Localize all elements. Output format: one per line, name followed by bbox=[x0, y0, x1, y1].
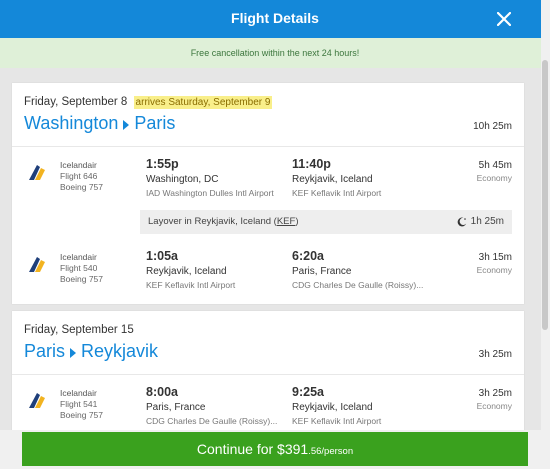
route-origin: Washington bbox=[24, 113, 119, 133]
airline-name: Icelandair bbox=[60, 252, 97, 262]
leg-date-text: Friday, September 15 bbox=[24, 324, 134, 336]
cabin-class: Economy bbox=[476, 401, 512, 411]
leg-total-duration: 3h 25m bbox=[478, 349, 512, 360]
route-arrow-icon bbox=[123, 119, 130, 130]
arrival-time: 6:20a bbox=[292, 249, 324, 263]
arrival-time: 9:25a bbox=[292, 385, 324, 399]
flight-number: Flight 646 bbox=[60, 171, 98, 181]
flight-segment: Icelandair Flight 540 Boeing 757 1:05a R… bbox=[12, 243, 524, 318]
aircraft-type: Boeing 757 bbox=[60, 274, 104, 284]
icelandair-logo-icon bbox=[29, 165, 45, 180]
departure-city: Washington, DC bbox=[146, 174, 219, 185]
icelandair-logo-icon bbox=[29, 257, 45, 272]
continue-button[interactable]: Continue for $391.56/person bbox=[22, 432, 528, 466]
departure-airport: IAD Washington Dulles Intl Airport bbox=[146, 188, 274, 198]
cabin-class: Economy bbox=[476, 173, 512, 183]
cancellation-notice: Free cancellation within the next 24 hou… bbox=[0, 38, 550, 68]
leg-route: Washington Paris bbox=[24, 113, 175, 134]
arrival-info: 6:20a Paris, France CDG Charles De Gaull… bbox=[292, 249, 423, 290]
layover-text: Layover in Reykjavik, Iceland (KEF) bbox=[148, 210, 299, 234]
departure-time: 8:00a bbox=[146, 385, 178, 399]
segment-duration: 3h 25m Economy bbox=[477, 388, 512, 411]
airline-info: Icelandair Flight 540 Boeing 757 bbox=[60, 252, 103, 285]
layover-label: Layover in Reykjavik, Iceland ( bbox=[148, 216, 277, 227]
page-title: Flight Details bbox=[231, 10, 319, 26]
arrival-airport: KEF Keflavik Intl Airport bbox=[292, 416, 382, 426]
departure-time: 1:05a bbox=[146, 249, 178, 263]
leg-date: Friday, September 8 arrives Saturday, Se… bbox=[24, 96, 273, 109]
route-destination: Reykjavik bbox=[81, 341, 159, 361]
flight-details-scroll[interactable]: Friday, September 8 arrives Saturday, Se… bbox=[0, 68, 550, 430]
arrival-info: 11:40p Reykjavik, Iceland KEF Keflavik I… bbox=[292, 157, 381, 198]
scrollbar-thumb[interactable] bbox=[542, 60, 548, 330]
leg-card-return: Friday, September 15 Paris Reykjavik 3h … bbox=[12, 311, 524, 430]
cabin-class: Economy bbox=[476, 265, 512, 275]
flight-number: Flight 541 bbox=[60, 399, 98, 409]
leg-route: Paris Reykjavik bbox=[24, 341, 158, 362]
layover-paren: ) bbox=[295, 216, 299, 227]
arrival-time: 11:40p bbox=[292, 157, 331, 171]
arrival-airport: CDG Charles De Gaulle (Roissy)... bbox=[292, 280, 424, 290]
departure-airport: CDG Charles De Gaulle (Roissy)... bbox=[146, 416, 278, 426]
departure-city: Paris, France bbox=[146, 402, 206, 413]
close-button[interactable] bbox=[470, 0, 538, 38]
footer-bar: Continue for $391.56/person bbox=[0, 430, 550, 469]
departure-info: 1:05a Reykjavik, Iceland KEF Keflavik In… bbox=[146, 249, 235, 290]
route-destination: Paris bbox=[134, 113, 176, 133]
layover-airport-link[interactable]: KEF bbox=[277, 216, 295, 227]
segment-duration-text: 3h 15m bbox=[478, 252, 512, 263]
arrival-city: Reykjavik, Iceland bbox=[292, 174, 373, 185]
close-icon bbox=[497, 12, 511, 26]
departure-info: 1:55p Washington, DC IAD Washington Dull… bbox=[146, 157, 274, 198]
flight-segment: Icelandair Flight 541 Boeing 757 8:00a P… bbox=[12, 379, 524, 430]
header-bar: Flight Details bbox=[0, 0, 550, 38]
layover-duration-text: 1h 25m bbox=[470, 216, 504, 227]
layover-duration: 1h 25m bbox=[457, 210, 504, 234]
airline-name: Icelandair bbox=[60, 160, 97, 170]
arrival-airport: KEF Keflavik Intl Airport bbox=[292, 188, 382, 198]
continue-button-cents: .56/person bbox=[308, 446, 354, 457]
route-arrow-icon bbox=[70, 347, 77, 358]
leg-total-duration: 10h 25m bbox=[473, 121, 512, 132]
departure-time: 1:55p bbox=[146, 157, 179, 171]
continue-button-label: Continue for $391 bbox=[196, 441, 309, 457]
leg-date-text: Friday, September 8 bbox=[24, 96, 128, 108]
airline-name: Icelandair bbox=[60, 388, 97, 398]
arrival-city: Paris, France bbox=[292, 266, 352, 277]
airline-info: Icelandair Flight 646 Boeing 757 bbox=[60, 160, 103, 193]
airline-info: Icelandair Flight 541 Boeing 757 bbox=[60, 388, 103, 421]
divider bbox=[12, 146, 524, 147]
divider bbox=[12, 374, 524, 375]
leg-date: Friday, September 15 bbox=[24, 324, 134, 336]
segment-duration: 5h 45m Economy bbox=[477, 160, 512, 183]
aircraft-type: Boeing 757 bbox=[60, 410, 104, 420]
flight-number: Flight 540 bbox=[60, 263, 98, 273]
route-origin: Paris bbox=[24, 341, 66, 361]
layover-bar: Layover in Reykjavik, Iceland (KEF) 1h 2… bbox=[140, 210, 512, 234]
segment-duration-text: 3h 25m bbox=[478, 388, 512, 399]
segment-duration: 3h 15m Economy bbox=[477, 252, 512, 275]
arrives-badge: arrives Saturday, September 9 bbox=[133, 96, 273, 109]
segment-duration-text: 5h 45m bbox=[478, 160, 512, 171]
departure-city: Reykjavik, Iceland bbox=[146, 266, 227, 277]
departure-airport: KEF Keflavik Intl Airport bbox=[146, 280, 236, 290]
arrival-city: Reykjavik, Iceland bbox=[292, 402, 373, 413]
leg-card-outbound: Friday, September 8 arrives Saturday, Se… bbox=[12, 83, 524, 304]
icelandair-logo-icon bbox=[29, 393, 45, 408]
scrollbar[interactable] bbox=[541, 0, 550, 469]
moon-icon bbox=[457, 217, 466, 227]
arrival-info: 9:25a Reykjavik, Iceland KEF Keflavik In… bbox=[292, 385, 381, 426]
departure-info: 8:00a Paris, France CDG Charles De Gaull… bbox=[146, 385, 277, 426]
aircraft-type: Boeing 757 bbox=[60, 182, 104, 192]
